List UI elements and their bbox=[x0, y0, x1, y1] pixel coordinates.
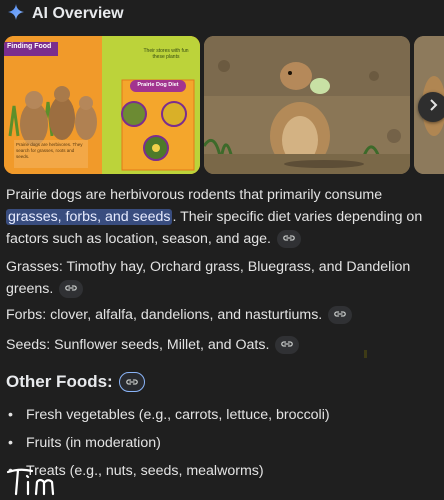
prairie-dog-diet-infographic[interactable]: Finding Food Their stores with fun these… bbox=[4, 36, 200, 174]
prairie-dog-eating-photo[interactable] bbox=[204, 36, 410, 174]
link-icon bbox=[334, 304, 347, 326]
highlighted-diet-text[interactable]: grasses, forbs, and seeds bbox=[6, 209, 173, 225]
chevron-right-icon bbox=[426, 98, 440, 117]
panel-title: Prairie Dog Diet bbox=[137, 82, 179, 88]
gallery-next-button[interactable] bbox=[418, 92, 444, 122]
source-link-button[interactable] bbox=[328, 304, 353, 326]
forbs-paragraph: Forbs: clover, alfalfa, dandelions, and … bbox=[6, 304, 353, 326]
bullet: • bbox=[8, 435, 13, 451]
list-item: • Fresh vegetables (e.g., carrots, lettuc… bbox=[6, 404, 330, 432]
gemini-sparkle-icon bbox=[8, 3, 24, 25]
source-link-button[interactable] bbox=[59, 278, 84, 300]
link-icon bbox=[125, 372, 138, 392]
source-link-button[interactable] bbox=[277, 228, 301, 250]
ai-overview-header: AI Overview bbox=[8, 3, 124, 25]
caption-top: Their stores with fun these plants bbox=[143, 48, 189, 60]
handwritten-signature bbox=[6, 466, 66, 500]
link-icon bbox=[281, 334, 294, 356]
grasses-paragraph: Grasses: Timothy hay, Orchard grass, Blu… bbox=[6, 256, 440, 300]
ai-overview-title: AI Overview bbox=[32, 5, 124, 22]
link-icon bbox=[65, 278, 78, 300]
forbs-text: Forbs: clover, alfalfa, dandelions, and … bbox=[6, 307, 323, 323]
intro-text-before: Prairie dogs are herbivorous rodents tha… bbox=[6, 187, 383, 203]
source-link-button[interactable] bbox=[275, 334, 300, 356]
other-foods-heading: Other Foods: bbox=[6, 372, 145, 392]
list-item-text: Fruits (in moderation) bbox=[26, 435, 161, 451]
bullet: • bbox=[8, 407, 13, 423]
source-link-button-focused[interactable] bbox=[118, 372, 145, 392]
image-gallery: Finding Food Their stores with fun these… bbox=[4, 36, 444, 174]
seeds-paragraph: Seeds: Sunflower seeds, Millet, and Oats… bbox=[6, 334, 300, 356]
seeds-text: Seeds: Sunflower seeds, Millet, and Oats… bbox=[6, 337, 270, 353]
link-icon bbox=[283, 228, 295, 250]
caption-bottom: Prairie dogs are herbivores. They search… bbox=[16, 142, 83, 159]
list-item-text: Fresh vegetables (e.g., carrots, lettuce… bbox=[26, 407, 330, 423]
other-foods-title: Other Foods: bbox=[6, 372, 113, 391]
intro-paragraph: Prairie dogs are herbivorous rodents tha… bbox=[6, 184, 440, 250]
scroll-marker bbox=[364, 350, 367, 358]
list-item: • Fruits (in moderation) bbox=[6, 432, 330, 460]
banner-label: Finding Food bbox=[7, 43, 52, 50]
